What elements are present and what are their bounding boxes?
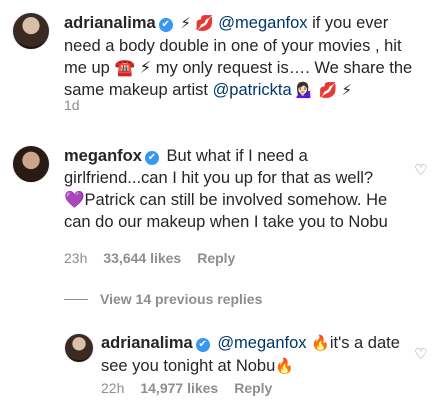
mention-link[interactable]: @meganfox [217,334,306,352]
verified-badge-icon: ✔ [158,18,173,32]
timestamp[interactable]: 1d [64,97,80,113]
reply-text: adrianalima ✔ @meganfox 🔥it's a date see … [101,332,401,378]
avatar-adrianalima[interactable] [12,12,50,50]
reply-button[interactable]: Reply [197,250,235,266]
avatar-adrianalima[interactable] [64,333,94,363]
like-heart-icon[interactable]: ♡ [414,347,427,362]
verified-badge-icon: ✔ [144,151,159,165]
likes-count[interactable]: 14,977 likes [140,380,218,396]
timestamp[interactable]: 22h [101,380,124,396]
username[interactable]: adrianalima [64,14,156,32]
mention-link[interactable]: @patrickta [213,81,292,99]
comment-meta: 23h 33,644 likes Reply [64,250,235,266]
avatar-meganfox[interactable] [12,145,50,183]
username[interactable]: adrianalima [101,334,193,352]
username[interactable]: meganfox [64,147,142,165]
verified-badge-icon: ✔ [195,338,210,352]
timestamp[interactable]: 23h [64,250,87,266]
emoji-trail: 💁🏻‍♀️ 💋 ⚡ [291,82,353,99]
likes-count[interactable]: 33,644 likes [103,250,181,266]
fire-emoji: 🔥 [275,358,294,375]
comment-meta: 1d [64,97,80,113]
comment-text: adrianalima ✔ ⚡ 💋 @meganfox if you ever n… [64,12,424,102]
mention-link[interactable]: @meganfox [218,14,307,32]
view-previous-replies-button[interactable]: View 14 previous replies [100,291,262,307]
reply-meta: 22h 14,977 likes Reply [101,380,272,396]
emoji-lead: ⚡ 💋 [180,15,214,32]
reply-button[interactable]: Reply [234,380,272,396]
like-heart-icon[interactable]: ♡ [414,163,427,178]
fire-emoji: 🔥 [311,335,330,352]
comment-text: meganfox ✔ But what if I need a girlfrien… [64,145,394,233]
replies-divider [64,299,88,300]
